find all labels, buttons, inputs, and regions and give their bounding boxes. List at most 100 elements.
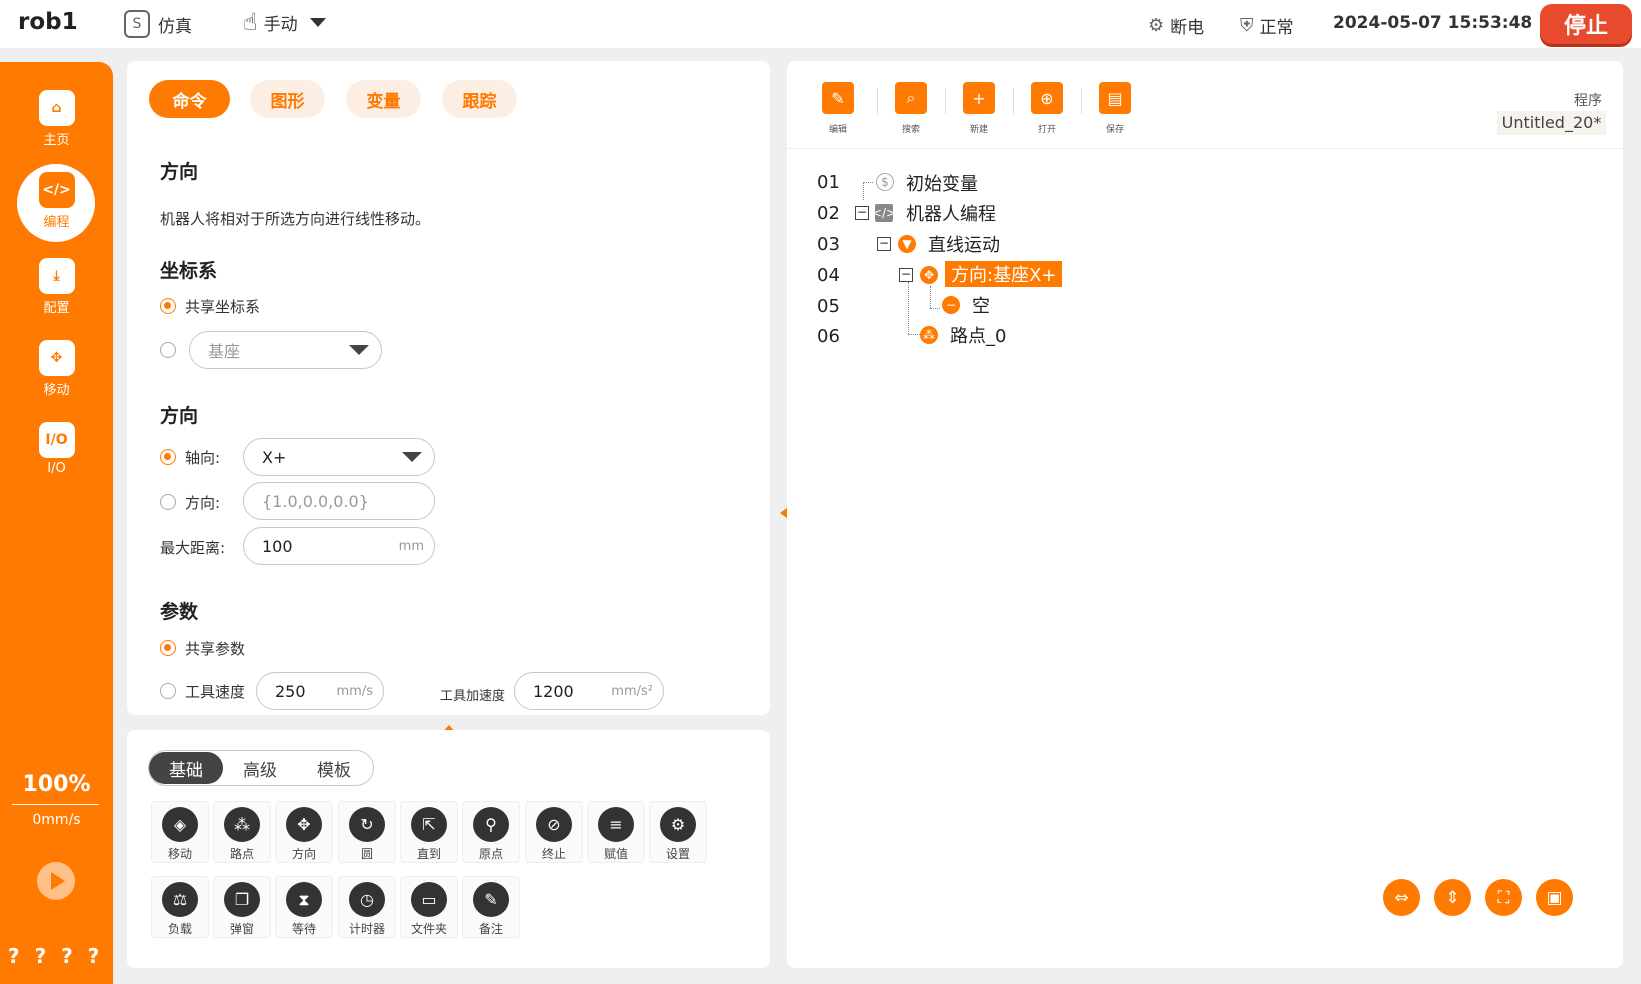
cmd-label: 直到	[416, 847, 441, 861]
stop-icon: ⊘	[536, 807, 572, 842]
program-name: Untitled_20*	[1497, 111, 1606, 135]
tab-trace[interactable]: 跟踪	[442, 80, 517, 118]
sidebar-item-home[interactable]: ⌂ 主页	[0, 90, 113, 148]
toolbar-save[interactable]: ▤ 保存	[1099, 82, 1131, 135]
params-custom-radio[interactable]	[160, 683, 176, 699]
play-button[interactable]	[37, 862, 75, 900]
segment-template[interactable]: 模板	[297, 752, 371, 784]
sim-label: 仿真	[158, 16, 192, 37]
params-shared-radio[interactable]	[160, 640, 176, 656]
direction-input[interactable]: {1.0,0.0,0.0}	[243, 482, 435, 520]
cmd-direction[interactable]: ✥ 方向	[275, 801, 333, 863]
collapse-toggle[interactable]: −	[899, 268, 913, 282]
toolbar-open[interactable]: ⊕ 打开	[1031, 82, 1063, 135]
cmd-payload[interactable]: ⚖ 负载	[151, 876, 209, 938]
cmd-circle[interactable]: ↻ 圆	[338, 801, 396, 863]
toolbar-separator	[945, 88, 946, 114]
coord-shared-radio[interactable]	[160, 298, 176, 314]
axis-radio[interactable]	[160, 449, 176, 465]
params-shared-label: 共享参数	[185, 640, 246, 658]
axis-select[interactable]: X+	[243, 438, 435, 476]
safety-status: ⛨ 正常	[1240, 13, 1294, 38]
cmd-popup[interactable]: ❐ 弹窗	[213, 876, 271, 938]
sidebar-item-label: 配置	[43, 301, 70, 316]
tree-node-robot-program[interactable]: 机器人编程	[906, 200, 996, 226]
collapse-toggle[interactable]: −	[877, 237, 891, 251]
tree-guide	[930, 308, 940, 309]
sidebar-item-programming[interactable]: </> 编程	[0, 172, 113, 230]
cmd-folder[interactable]: ▭ 文件夹	[400, 876, 458, 938]
line-number: 01	[817, 172, 840, 193]
sidebar-item-move[interactable]: ✥ 移动	[0, 340, 113, 398]
tree-node-direction[interactable]: 方向:基座X+	[945, 261, 1063, 287]
segment-basic[interactable]: 基础	[149, 752, 223, 784]
tab-command[interactable]: 命令	[149, 80, 230, 118]
palette-segmented-control: 基础 高级 模板	[148, 750, 374, 786]
cmd-label: 终止	[541, 847, 566, 861]
tool-accel-unit: mm/s²	[611, 683, 653, 699]
fit-view-icon[interactable]: ⛶	[1485, 879, 1522, 916]
search-icon: ⌕	[895, 82, 927, 114]
segment-advanced[interactable]: 高级	[223, 752, 297, 784]
console-icon[interactable]: ▣	[1536, 879, 1573, 916]
toolbar-edit[interactable]: ✎ 编辑	[822, 82, 854, 135]
axis-label: 轴向:	[185, 449, 221, 467]
tree-node-linear-move[interactable]: 直线运动	[928, 231, 1000, 257]
tree-node-empty[interactable]: 空	[972, 292, 990, 318]
shield-icon: ⛨	[1240, 15, 1254, 36]
speed-divider	[12, 804, 99, 805]
power-status: ⚙ 断电	[1148, 13, 1204, 38]
program-icon: </>	[871, 204, 897, 222]
cmd-waypoint[interactable]: ⁂ 路点	[213, 801, 271, 863]
toolbar-label: 打开	[1037, 125, 1056, 135]
toolbar-new[interactable]: + 新建	[963, 82, 995, 135]
cmd-label: 弹窗	[229, 922, 254, 936]
cmd-label: 赋值	[603, 847, 628, 861]
direction-radio[interactable]	[160, 494, 176, 510]
line-number: 02	[817, 203, 840, 224]
toolbar-separator	[1081, 88, 1082, 114]
sidebar-item-label: 主页	[43, 133, 70, 148]
move-diamond-icon: ◈	[162, 807, 198, 842]
tree-node-init-vars[interactable]: 初始变量	[906, 170, 978, 196]
cmd-comment[interactable]: ✎ 备注	[462, 876, 520, 938]
tool-speed-unit: mm/s	[336, 683, 373, 699]
mode-dropdown[interactable]: ☝ 手动	[243, 8, 326, 36]
help-indicators: ? ? ? ?	[8, 944, 104, 968]
sidebar-item-config[interactable]: ⤓ 配置	[0, 258, 113, 316]
expand-vertical-icon[interactable]: ⇕	[1434, 879, 1471, 916]
expand-horizontal-icon[interactable]: ⇔	[1383, 879, 1420, 916]
sidebar-item-io[interactable]: I/O I/O	[0, 422, 113, 476]
cmd-home[interactable]: ⚲ 原点	[462, 801, 520, 863]
cmd-move[interactable]: ◈ 移动	[151, 801, 209, 863]
cmd-halt[interactable]: ⊘ 终止	[525, 801, 583, 863]
tool-speed-value: 250	[275, 681, 306, 701]
max-distance-input[interactable]: 100 mm	[243, 527, 435, 565]
tool-speed-input[interactable]: 250 mm/s	[256, 672, 384, 710]
cmd-label: 备注	[478, 922, 503, 936]
cmd-set[interactable]: ⚙ 设置	[649, 801, 707, 863]
toolbar-search[interactable]: ⌕ 搜索	[895, 82, 927, 135]
cmd-until[interactable]: ⇱ 直到	[400, 801, 458, 863]
coord-custom-radio[interactable]	[160, 342, 176, 358]
cmd-wait[interactable]: ⧗ 等待	[275, 876, 333, 938]
coord-select[interactable]: 基座	[189, 331, 382, 369]
direction-icon: ✥	[286, 807, 322, 842]
cmd-label: 文件夹	[410, 922, 447, 936]
tab-graphics[interactable]: 图形	[250, 80, 325, 118]
direction-input-value: {1.0,0.0,0.0}	[262, 491, 369, 511]
tool-accel-input[interactable]: 1200 mm/s²	[514, 672, 664, 710]
line-number: 05	[817, 296, 840, 317]
cmd-timer[interactable]: ◷ 计时器	[338, 876, 396, 938]
download-icon: ⤓	[38, 258, 75, 294]
cmd-assign[interactable]: ≡ 赋值	[587, 801, 645, 863]
collapse-toggle[interactable]: −	[855, 206, 869, 220]
sim-mode-toggle[interactable]: S 仿真	[124, 10, 192, 38]
toolbar-separator	[877, 88, 878, 114]
chevron-down-icon	[402, 452, 422, 462]
stop-button[interactable]: 停止	[1540, 4, 1632, 44]
chevron-down-icon	[349, 345, 369, 355]
chevron-down-icon	[309, 17, 326, 27]
tab-variables[interactable]: 变量	[346, 80, 421, 118]
tree-node-waypoint[interactable]: 路点_0	[950, 322, 1006, 348]
